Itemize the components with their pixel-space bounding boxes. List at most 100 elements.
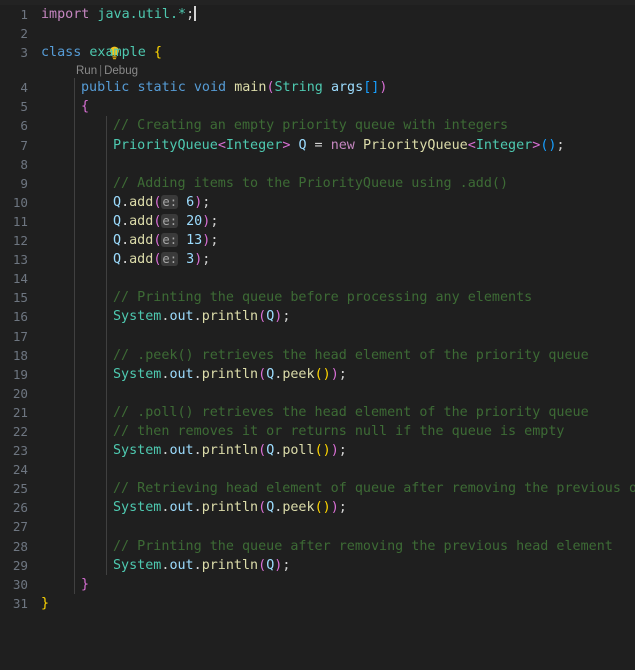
code-line[interactable]: 23 System.out.println(Q.poll());: [0, 441, 635, 461]
code-line[interactable]: 3 class example {: [0, 43, 635, 62]
indent-guide: [106, 517, 107, 537]
debug-link[interactable]: Debug: [104, 65, 138, 77]
code-line[interactable]: 31 }: [0, 594, 635, 613]
indent-guide: [106, 154, 107, 174]
indent-guide: [74, 154, 75, 174]
code-line[interactable]: 26 System.out.println(Q.peek());: [0, 498, 635, 518]
text-cursor: [194, 6, 196, 21]
line-content: }: [41, 594, 49, 613]
indent-guide: [74, 116, 75, 136]
token-peek: peek: [282, 366, 315, 382]
indent-guide: [74, 402, 75, 422]
token-add: add: [129, 213, 154, 229]
indent-guide: [74, 250, 75, 270]
code-line[interactable]: 8: [0, 154, 635, 174]
code-line[interactable]: 24: [0, 460, 635, 480]
line-content: public static void main(String args[]): [81, 80, 388, 96]
code-line[interactable]: 22 // then removes it or returns null if…: [0, 421, 635, 442]
line-number: 8: [20, 156, 28, 172]
indent-guide: [74, 498, 75, 518]
code-line[interactable]: 27: [0, 517, 635, 537]
run-link[interactable]: Run: [76, 65, 97, 77]
token-system: System: [113, 443, 162, 459]
codelens-row: Run | Debug: [0, 62, 635, 78]
code-line[interactable]: 7 PriorityQueue<Integer> Q = new Priorit…: [0, 135, 635, 155]
code-line[interactable]: 11 Q.add(e: 20);: [0, 211, 635, 232]
code-line[interactable]: 17: [0, 326, 635, 346]
indent-guide: [74, 555, 75, 575]
param-hint: e:: [161, 213, 179, 228]
code-line[interactable]: 6 // Creating an empty priority queue wi…: [0, 116, 635, 136]
indent-guide: [74, 479, 75, 499]
token-out: out: [169, 366, 194, 382]
code-line[interactable]: 16 System.out.println(Q);: [0, 307, 635, 327]
indent-guide: [74, 173, 75, 193]
token-println: println: [201, 500, 259, 516]
code-editor[interactable]: 1 import java.util.*; 2 3 class example …: [0, 0, 635, 614]
line-number: 1: [20, 7, 28, 22]
token-q: Q: [113, 233, 122, 249]
code-line[interactable]: 15 // Printing the queue before processi…: [0, 288, 635, 308]
token-priorityqueue-ctor: PriorityQueue: [362, 137, 468, 153]
indent-guide: [74, 78, 75, 98]
line-number: 7: [20, 137, 28, 153]
token-system: System: [113, 309, 162, 325]
token-poll: poll: [282, 443, 315, 459]
code-line[interactable]: 9 // Adding items to the PriorityQueue u…: [0, 173, 635, 193]
code-line[interactable]: 25 // Retrieving head element of queue a…: [0, 479, 635, 499]
indent-guide: [106, 441, 107, 461]
indent-guide: [74, 364, 75, 384]
code-line[interactable]: 28 // Printing the queue after removing …: [0, 536, 635, 556]
code-line[interactable]: 29 System.out.println(Q);: [0, 555, 635, 575]
line-number: 26: [12, 500, 28, 516]
line-number: 9: [20, 175, 28, 191]
comment: // Creating an empty priority queue with…: [113, 118, 509, 134]
code-line[interactable]: 5 {: [0, 97, 635, 117]
line-number: 15: [12, 290, 28, 306]
line-number: 18: [12, 347, 28, 363]
line-number: 4: [20, 80, 28, 96]
indent-guide: [106, 231, 107, 251]
indent-guide: [74, 269, 75, 289]
arg-value: 13: [186, 233, 203, 249]
token-println: println: [201, 443, 259, 459]
line-content: class example {: [41, 43, 162, 62]
line-content: Q.add(e: 6);: [113, 194, 211, 210]
line-number: 30: [12, 576, 28, 592]
token-println: println: [201, 557, 259, 573]
arg-value: 3: [186, 252, 195, 268]
line-content: {: [81, 97, 89, 116]
token-import: import: [41, 7, 90, 22]
token-new: new: [330, 137, 355, 153]
code-line[interactable]: 30 }: [0, 574, 635, 594]
indent-guide: [106, 364, 107, 384]
token-integer: Integer: [225, 137, 283, 153]
indent-guide: [106, 536, 107, 556]
codelens: Run | Debug: [76, 63, 138, 79]
line-number: 24: [12, 462, 28, 478]
code-line[interactable]: 21 // .poll() retrieves the head element…: [0, 402, 635, 422]
line-content: System.out.println(Q);: [113, 557, 291, 573]
code-line[interactable]: 13 Q.add(e: 3);: [0, 250, 635, 270]
token-system: System: [113, 500, 162, 516]
line-content: System.out.println(Q.poll());: [113, 443, 347, 459]
token-out: out: [169, 309, 194, 325]
code-line[interactable]: 2: [0, 24, 635, 60]
brace-close-depth1: }: [41, 595, 50, 611]
arg-value: 6: [186, 194, 195, 210]
code-line[interactable]: 14: [0, 269, 635, 289]
code-line[interactable]: 19 System.out.println(Q.peek());: [0, 364, 635, 384]
code-line[interactable]: 18 // .peek() retrieves the head element…: [0, 345, 635, 365]
indent-guide: [74, 135, 75, 155]
token-out: out: [169, 443, 194, 459]
indent-guide: [74, 345, 75, 365]
token-public: public: [81, 80, 130, 96]
token-q: Q: [113, 213, 122, 229]
line-content: System.out.println(Q.peek());: [113, 366, 347, 382]
code-line[interactable]: 4 public static void main(String args[]): [0, 78, 635, 98]
code-line[interactable]: 20: [0, 383, 635, 403]
code-line[interactable]: 12 Q.add(e: 13);: [0, 231, 635, 251]
token-java-util: java.util.*: [97, 7, 187, 22]
code-line[interactable]: 1 import java.util.*;: [0, 5, 635, 24]
code-line[interactable]: 10 Q.add(e: 6);: [0, 192, 635, 212]
